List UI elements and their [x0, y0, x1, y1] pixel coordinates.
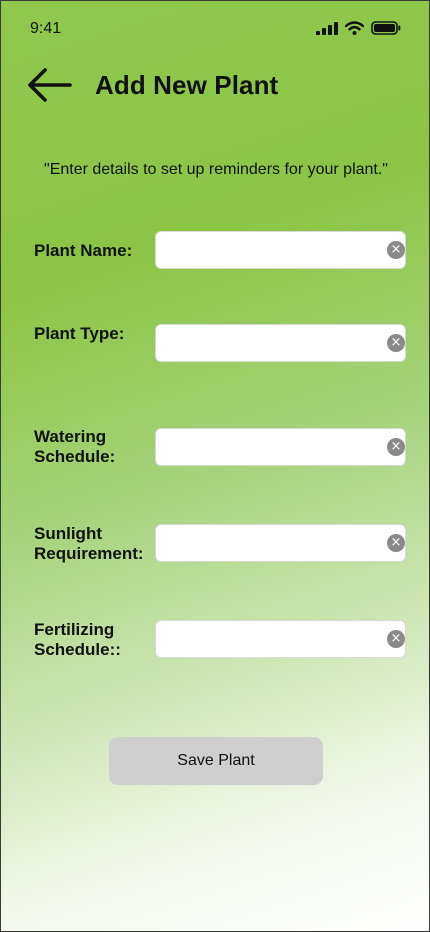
- watering-schedule-field[interactable]: ×: [155, 428, 406, 466]
- plant-type-input[interactable]: [164, 325, 379, 360]
- status-icons: [316, 21, 401, 35]
- watering-schedule-input[interactable]: [164, 429, 379, 464]
- save-plant-button[interactable]: Save Plant: [109, 737, 323, 785]
- fertilizing-schedule-field[interactable]: ×: [155, 620, 406, 658]
- watering-schedule-label: Watering Schedule:: [34, 427, 116, 466]
- battery-icon: [371, 21, 401, 35]
- status-time: 9:41: [30, 20, 62, 37]
- clear-icon[interactable]: ×: [387, 534, 405, 552]
- subtitle: "Enter details to set up reminders for y…: [44, 161, 388, 178]
- clear-icon[interactable]: ×: [387, 334, 405, 352]
- page-title: Add New Plant: [95, 70, 279, 100]
- plant-name-label: Plant Name:: [34, 241, 133, 260]
- sunlight-requirement-label: Sunlight Requirement:: [34, 524, 144, 563]
- plant-type-label: Plant Type:: [34, 324, 125, 343]
- cellular-signal-icon: [316, 21, 338, 35]
- add-plant-screen: 9:41 Add New Plant "Enter details to set…: [0, 0, 430, 932]
- sunlight-requirement-input[interactable]: [164, 525, 379, 560]
- status-bar: 9:41: [1, 1, 429, 57]
- wifi-icon: [345, 21, 364, 35]
- fertilizing-schedule-input[interactable]: [164, 621, 379, 656]
- sunlight-requirement-field[interactable]: ×: [155, 524, 406, 562]
- fertilizing-schedule-label: Fertilizing Schedule::: [34, 620, 121, 659]
- arrow-left-icon: [28, 68, 72, 102]
- back-button[interactable]: [26, 67, 74, 103]
- plant-name-input[interactable]: [164, 232, 379, 267]
- plant-name-field[interactable]: ×: [155, 231, 406, 269]
- clear-icon[interactable]: ×: [387, 630, 405, 648]
- clear-icon[interactable]: ×: [387, 438, 405, 456]
- clear-icon[interactable]: ×: [387, 241, 405, 259]
- header: Add New Plant: [1, 61, 429, 111]
- plant-type-field[interactable]: ×: [155, 324, 406, 362]
